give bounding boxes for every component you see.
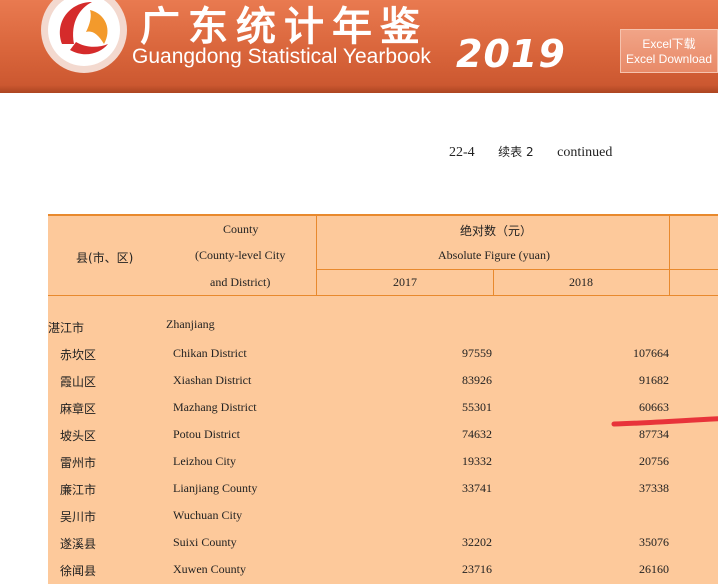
row-value-2018: 91682 — [639, 373, 669, 387]
table-row: 雷州市 Leizhou City 19332 20756 — [48, 449, 718, 476]
table-continued-en: continued — [557, 145, 613, 160]
row-name-en: Xiashan District — [173, 373, 252, 387]
row-value-2018: 26160 — [639, 562, 669, 576]
row-name-en: Zhanjiang — [166, 317, 215, 331]
row-value-2017: 97559 — [462, 346, 492, 360]
excel-download-label-en: Excel Download — [625, 52, 713, 66]
table-continued-cn: 续表 2 — [498, 145, 534, 159]
row-value-2017: 74632 — [462, 427, 492, 441]
row-value-2017: 32202 — [462, 535, 492, 549]
banner-shadow — [0, 85, 718, 93]
header-divider-subheader-extra — [669, 269, 718, 270]
row-value-2018: 87734 — [639, 427, 669, 441]
header-absolute-en: Absolute Figure (yuan) — [438, 248, 550, 262]
yearbook-year: 2019 — [456, 32, 566, 76]
table-row: 霞山区 Xiashan District 83926 91682 — [48, 368, 718, 395]
row-name-en: Leizhou City — [173, 454, 236, 468]
row-name-cn: 霞山区 — [60, 375, 97, 389]
row-value-2018: 35076 — [639, 535, 669, 549]
header-divider-subheader — [316, 269, 669, 270]
header-banner: 广东统计年鉴 Guangdong Statistical Yearbook 20… — [0, 0, 718, 93]
row-name-en: Xuwen County — [173, 562, 246, 576]
data-table: 县(市、区) County (County-level City and Dis… — [48, 214, 718, 584]
table-row: 遂溪县 Suixi County 32202 35076 — [48, 530, 718, 557]
header-year-2018: 2018 — [569, 275, 593, 289]
header-divider-absolute — [669, 214, 670, 296]
header-county-en-1: County — [223, 222, 259, 236]
table-row: 廉江市 Lianjiang County 33741 37338 — [48, 476, 718, 503]
header-county-cn: 县(市、区) — [76, 251, 134, 265]
row-value-2017: 33741 — [462, 481, 492, 495]
header-divider-county — [316, 214, 317, 296]
header-absolute-cn: 绝对数（元） — [460, 224, 533, 238]
row-name-cn: 雷州市 — [60, 456, 97, 470]
row-name-cn: 徐闻县 — [60, 564, 97, 578]
row-name-cn: 赤坎区 — [60, 348, 97, 362]
row-value-2018: 37338 — [639, 481, 669, 495]
table-row: 赤坎区 Chikan District 97559 107664 — [48, 341, 718, 368]
header-divider-years — [493, 269, 494, 296]
row-value-2018: 60663 — [639, 400, 669, 414]
yearbook-title-english: Guangdong Statistical Yearbook — [132, 45, 431, 68]
row-name-cn: 坡头区 — [60, 429, 97, 443]
table-row: 吴川市 Wuchuan City — [48, 503, 718, 530]
row-value-2018: 20756 — [639, 454, 669, 468]
excel-download-button[interactable]: Excel下载 Excel Download — [620, 29, 718, 73]
table-caption: 22-4 续表 2 continued — [449, 143, 612, 161]
row-value-2017: 19332 — [462, 454, 492, 468]
row-value-2017: 83926 — [462, 373, 492, 387]
table-row: 徐闻县 Xuwen County 23716 26160 — [48, 557, 718, 584]
header-county-en-2: (County-level City — [195, 248, 286, 262]
header-bottom-rule — [48, 295, 718, 296]
row-name-en: Chikan District — [173, 346, 247, 360]
row-value-2017: 23716 — [462, 562, 492, 576]
table-top-rule — [48, 214, 718, 216]
row-name-cn: 湛江市 — [48, 321, 85, 335]
row-name-en: Mazhang District — [173, 400, 257, 414]
row-name-en: Lianjiang County — [173, 481, 258, 495]
excel-download-label-cn: Excel下载 — [642, 37, 696, 51]
table-row-zhanjiang: 湛江市 Zhanjiang — [48, 314, 718, 341]
row-value-2017: 55301 — [462, 400, 492, 414]
row-name-cn: 麻章区 — [60, 402, 97, 416]
table-number: 22-4 — [449, 145, 475, 160]
row-name-en: Wuchuan City — [173, 508, 243, 522]
red-underline-annotation — [611, 416, 718, 427]
row-value-2018: 107664 — [633, 346, 669, 360]
row-name-en: Suixi County — [173, 535, 237, 549]
header-year-2017: 2017 — [393, 275, 417, 289]
row-name-cn: 遂溪县 — [60, 537, 97, 551]
row-name-en: Potou District — [173, 427, 241, 441]
row-name-cn: 廉江市 — [60, 483, 97, 497]
row-name-cn: 吴川市 — [60, 510, 97, 524]
yearbook-logo-icon — [41, 0, 127, 73]
header-county-en-3: and District) — [210, 275, 271, 289]
